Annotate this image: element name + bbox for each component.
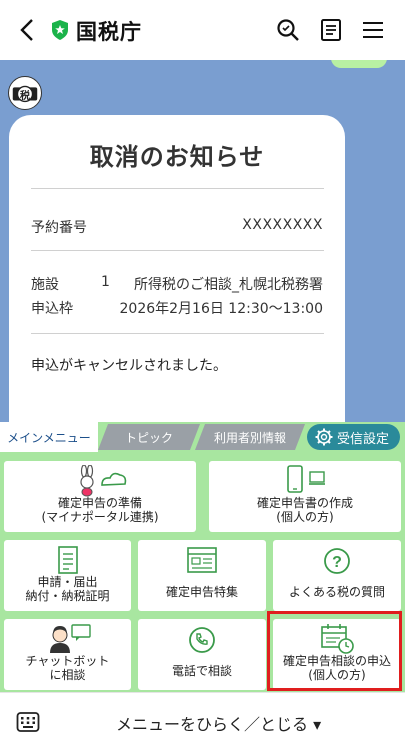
avatar-text: 税 [20, 91, 30, 102]
gear-icon [315, 428, 333, 446]
facility-number: 1 [101, 274, 110, 290]
rich-menu-tabs: メインメニュー トピック 利用者別情報 受信設定 [0, 422, 405, 452]
avatar[interactable]: 税 [8, 76, 42, 110]
divider [31, 333, 324, 334]
question-icon: ? [324, 548, 350, 574]
previous-message-bubble [331, 60, 387, 68]
divider [31, 250, 324, 251]
chatbot-operator-icon [49, 624, 91, 653]
menu-chatbot[interactable]: チャットボット に相談 [4, 619, 131, 690]
menu-tax-return-special[interactable]: 確定申告特集 [138, 540, 266, 611]
menu-toggle-button[interactable]: メニューをひらく／とじる ▾ [116, 711, 321, 735]
card-title: 取消のお知らせ [89, 143, 265, 171]
notification-settings-button[interactable]: 受信設定 [307, 424, 400, 450]
browser-window-icon [187, 547, 217, 573]
menu-phone-consultation[interactable]: 電話で相談 [138, 619, 266, 690]
slot-value: 2026年2月16日 12:30〜13:00 [119, 301, 324, 317]
notes-icon[interactable] [318, 17, 344, 43]
tab-user-info[interactable]: 利用者別情報 [195, 424, 305, 450]
app-header: 国税庁 [0, 0, 405, 60]
back-arrow-icon[interactable] [16, 16, 40, 44]
menu-tax-return-preparation[interactable]: 確定申告の準備 (マイナポータル連携) [4, 461, 196, 532]
settings-label: 受信設定 [337, 431, 390, 447]
tab-topic[interactable]: トピック [98, 424, 200, 450]
reservation-number-value: XXXXXXXX [242, 217, 323, 233]
menu-label: チャットボット に相談 [25, 654, 110, 682]
document-icon [57, 546, 78, 574]
search-icon[interactable] [275, 17, 301, 43]
page-title: 国税庁 [76, 20, 142, 44]
chat-area: 税 取消のお知らせ 予約番号 XXXXXXXX 施設 1 所得税のご相談_札幌北… [0, 60, 405, 422]
cancellation-notice: 申込がキャンセルされました。 [31, 358, 227, 374]
menu-label: 確定申告書の作成 (個人の方) [256, 496, 353, 524]
reservation-number-label: 予約番号 [31, 220, 87, 236]
smartphone-pc-icon [287, 465, 325, 493]
menu-label: 確定申告の準備 (マイナポータル連携) [41, 496, 159, 524]
verified-shield-icon [52, 20, 68, 40]
tab-main-menu[interactable]: メインメニュー [0, 422, 98, 452]
facility-label: 施設 [31, 277, 59, 293]
slot-label: 申込枠 [31, 301, 73, 317]
phone-icon [189, 627, 215, 653]
divider [31, 188, 324, 189]
highlight-box [267, 611, 402, 691]
menu-label: 確定申告特集 [165, 585, 238, 599]
keyboard-icon[interactable] [16, 711, 40, 733]
cancellation-card: 取消のお知らせ 予約番号 XXXXXXXX 施設 1 所得税のご相談_札幌北税務… [9, 115, 345, 422]
menu-label: 電話で相談 [171, 664, 232, 678]
menu-applications-payment[interactable]: 申請・届出 納付・納税証明 [4, 540, 131, 611]
menu-label: よくある税の質問 [288, 585, 385, 599]
menu-create-tax-return[interactable]: 確定申告書の作成 (個人の方) [209, 461, 401, 532]
menu-icon[interactable] [360, 17, 386, 43]
svg-text:?: ? [332, 554, 342, 571]
menu-faq[interactable]: ? よくある税の質問 [273, 540, 401, 611]
rabbit-cloud-icon [80, 465, 127, 497]
bottom-bar: メニューをひらく／とじる ▾ [0, 692, 405, 752]
facility-value: 所得税のご相談_札幌北税務署 [134, 277, 323, 293]
menu-label: 申請・届出 納付・納税証明 [25, 575, 110, 603]
